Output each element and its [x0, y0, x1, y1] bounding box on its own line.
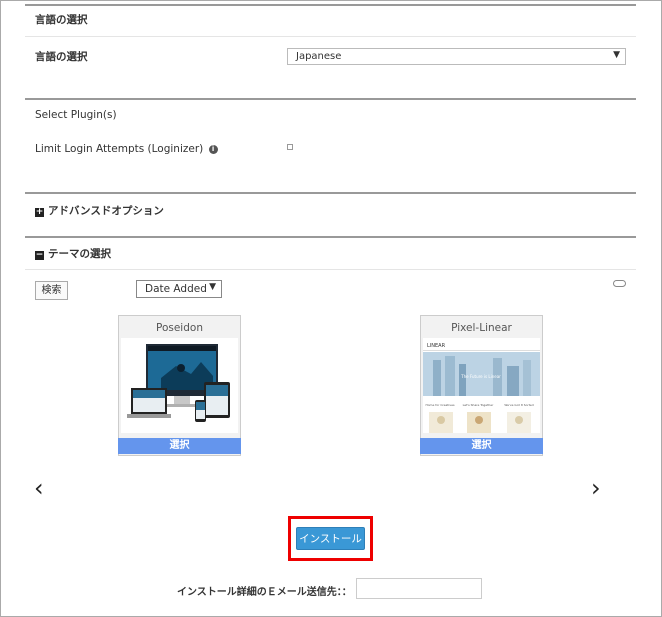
limit-login-label: Limit Login Attempts (Loginizer): [35, 143, 204, 155]
theme-section-toggle[interactable]: − テーマの選択: [35, 246, 111, 261]
search-button[interactable]: 検索: [35, 281, 68, 300]
section-divider: [25, 98, 636, 100]
chevron-left-icon[interactable]: ‹: [34, 474, 44, 502]
language-select-value: Japanese: [296, 51, 342, 62]
theme-title: Poseidon: [156, 322, 203, 334]
chevron-right-icon[interactable]: ›: [591, 474, 601, 502]
section-divider: [25, 192, 636, 194]
theme-screenshot-poseidon: [121, 338, 238, 433]
divider: [25, 36, 636, 37]
feature-text: We've Got It Sorted: [504, 403, 533, 407]
email-input[interactable]: [356, 578, 482, 599]
brand-text: LINEAR: [427, 343, 446, 349]
dropdown-arrow-icon: ▼: [613, 50, 620, 60]
feature-text: Let's Share Together: [463, 403, 494, 407]
sort-select-value: Date Added: [145, 283, 207, 295]
sort-select[interactable]: Date Added ▼: [136, 280, 222, 298]
theme-card-pixel-linear[interactable]: Pixel-Linear LINEAR The Future is Linear…: [420, 315, 543, 456]
limit-login-label-row: Limit Login Attempts (Loginizer) i: [35, 143, 218, 155]
section-divider: [25, 4, 636, 6]
install-button[interactable]: インストール: [296, 527, 365, 550]
minus-square-icon: −: [35, 250, 44, 260]
language-select[interactable]: Japanese ▼: [287, 48, 626, 65]
dropdown-arrow-icon: ▼: [209, 282, 216, 292]
select-theme-button[interactable]: 選択: [118, 438, 241, 454]
advanced-options-toggle[interactable]: + アドバンスドオプション: [35, 203, 164, 218]
section-divider: [25, 236, 636, 238]
language-section-header: 言語の選択: [35, 14, 88, 26]
theme-screenshot-pixel-linear: LINEAR The Future is Linear Home for Cre…: [423, 338, 540, 433]
view-toggle[interactable]: [613, 280, 626, 287]
plus-square-icon: +: [35, 207, 44, 217]
hero-text: The Future is Linear: [460, 374, 501, 379]
select-theme-button[interactable]: 選択: [420, 438, 543, 454]
theme-title: Pixel-Linear: [451, 322, 512, 334]
info-icon[interactable]: i: [208, 145, 218, 154]
install-highlight-box: インストール: [288, 516, 373, 561]
plugins-header: Select Plugin(s): [35, 109, 117, 121]
advanced-options-label: アドバンスドオプション: [48, 205, 164, 217]
feature-text: Home for Creatives: [425, 403, 454, 407]
email-label: インストール詳細のＥメール送信先：：: [177, 587, 352, 598]
theme-card-poseidon[interactable]: Poseidon: [118, 315, 241, 456]
language-field-label: 言語の選択: [35, 51, 88, 63]
divider: [25, 269, 636, 270]
theme-section-label: テーマの選択: [48, 248, 111, 260]
limit-login-checkbox[interactable]: [287, 144, 293, 150]
